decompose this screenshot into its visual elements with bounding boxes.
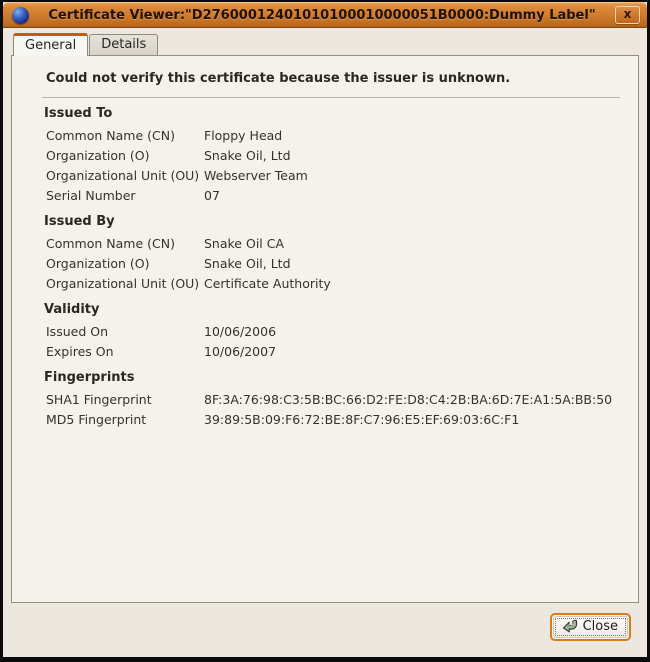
field-row: Organization (O)Snake Oil, Ltd — [38, 146, 628, 166]
close-arrow-icon — [561, 619, 579, 634]
close-button[interactable]: Close — [550, 613, 631, 641]
section-title: Validity — [44, 302, 628, 317]
field-value: Floppy Head — [204, 126, 282, 146]
field-label: Organizational Unit (OU) — [38, 166, 204, 186]
field-value: 39:89:5B:09:F6:72:BE:8F:C7:96:E5:EF:69:0… — [204, 410, 519, 430]
tab-general[interactable]: General — [13, 33, 88, 56]
field-value: Snake Oil CA — [204, 234, 284, 254]
sections: Issued ToCommon Name (CN)Floppy HeadOrga… — [38, 106, 628, 430]
field-row: Serial Number07 — [38, 186, 628, 206]
section-title: Issued To — [44, 106, 628, 121]
tab-details[interactable]: Details — [89, 34, 158, 55]
verification-warning-text: Could not verify this certificate becaus… — [46, 71, 628, 86]
field-row: Common Name (CN)Snake Oil CA — [38, 234, 628, 254]
field-label: Expires On — [38, 342, 204, 362]
field-row: SHA1 Fingerprint8F:3A:76:98:C3:5B:BC:66:… — [38, 390, 628, 410]
field-label: Organization (O) — [38, 146, 204, 166]
field-row: Organizational Unit (OU)Webserver Team — [38, 166, 628, 186]
separator — [42, 97, 620, 98]
field-value: Snake Oil, Ltd — [204, 254, 291, 274]
section-issued-by: Issued ByCommon Name (CN)Snake Oil CAOrg… — [38, 214, 628, 294]
section-issued-to: Issued ToCommon Name (CN)Floppy HeadOrga… — [38, 106, 628, 206]
tab-strip: General Details — [3, 28, 647, 55]
field-label: Organization (O) — [38, 254, 204, 274]
field-value: 10/06/2006 — [204, 322, 276, 342]
window-title: Certificate Viewer:"D2760001240101010001… — [29, 8, 615, 23]
field-row: Issued On10/06/2006 — [38, 322, 628, 342]
field-row: Expires On10/06/2007 — [38, 342, 628, 362]
field-value: Certificate Authority — [204, 274, 331, 294]
field-label: Issued On — [38, 322, 204, 342]
field-label: MD5 Fingerprint — [38, 410, 204, 430]
section-title: Fingerprints — [44, 370, 628, 385]
titlebar-close-button[interactable]: x — [615, 6, 640, 24]
general-tab-page: Could not verify this certificate becaus… — [11, 55, 639, 603]
field-value: Snake Oil, Ltd — [204, 146, 291, 166]
field-row: Organization (O)Snake Oil, Ltd — [38, 254, 628, 274]
field-row: Common Name (CN)Floppy Head — [38, 126, 628, 146]
close-x-icon: x — [624, 8, 632, 20]
field-row: MD5 Fingerprint39:89:5B:09:F6:72:BE:8F:C… — [38, 410, 628, 430]
window-frame: Certificate Viewer:"D2760001240101010001… — [0, 0, 650, 662]
dialog-action-area: Close — [3, 603, 647, 657]
field-label: Common Name (CN) — [38, 126, 204, 146]
section-title: Issued By — [44, 214, 628, 229]
certificate-viewer-window: Certificate Viewer:"D2760001240101010001… — [3, 2, 647, 657]
titlebar[interactable]: Certificate Viewer:"D2760001240101010001… — [3, 2, 647, 28]
section-validity: Validity Issued On10/06/2006Expires On10/… — [38, 302, 628, 362]
field-row: Organizational Unit (OU)Certificate Auth… — [38, 274, 628, 294]
section-fingerprints: Fingerprints SHA1 Fingerprint8F:3A:76:98:… — [38, 370, 628, 430]
close-button-label: Close — [583, 619, 618, 634]
field-value: 07 — [204, 186, 220, 206]
field-value: 10/06/2007 — [204, 342, 276, 362]
field-label: Organizational Unit (OU) — [38, 274, 204, 294]
field-value: 8F:3A:76:98:C3:5B:BC:66:D2:FE:D8:C4:2B:B… — [204, 390, 612, 410]
field-label: SHA1 Fingerprint — [38, 390, 204, 410]
field-label: Common Name (CN) — [38, 234, 204, 254]
globe-icon — [12, 7, 29, 24]
field-label: Serial Number — [38, 186, 204, 206]
field-value: Webserver Team — [204, 166, 308, 186]
